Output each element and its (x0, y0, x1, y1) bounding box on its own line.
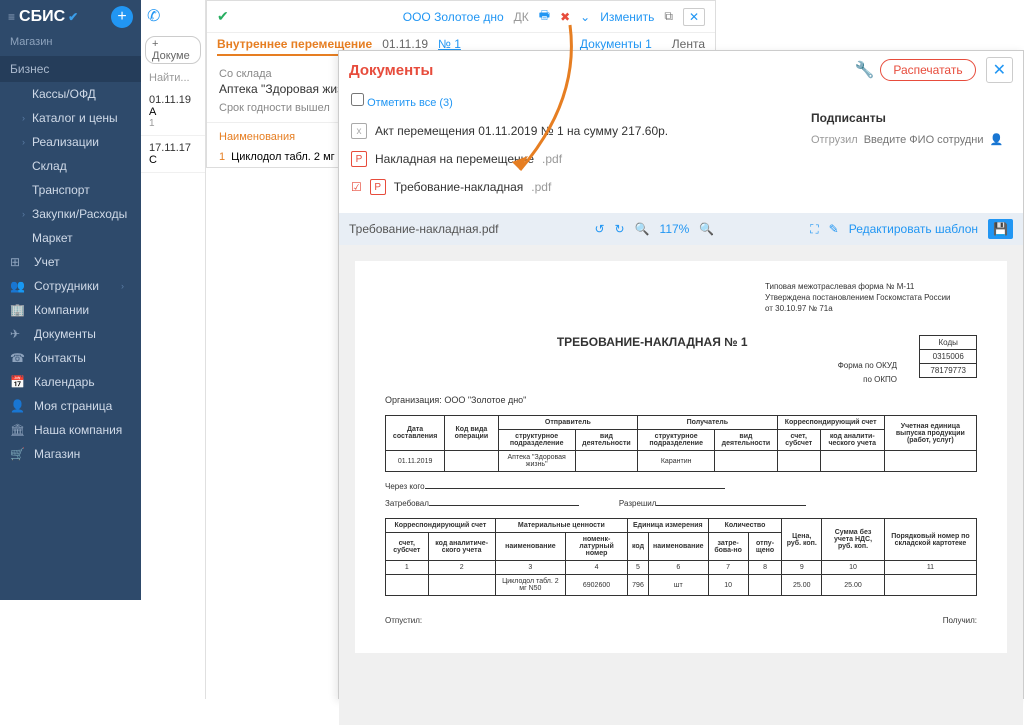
pdf-page: Типовая межотраслевая форма № М-11 Утвер… (355, 261, 1007, 653)
panel-title: Документы (349, 62, 848, 79)
check-icon: ☑ (351, 180, 362, 194)
fullscreen-icon[interactable]: ⛶ (810, 222, 818, 237)
user-icon[interactable]: 👤 (990, 133, 1004, 146)
sidebar-section: Бизнес (0, 56, 141, 82)
grid-icon: ⊞ (10, 255, 26, 269)
documents-panel: Документы 🔧 Распечатать ✕ Отметить все (… (338, 50, 1024, 699)
add-doc-button[interactable]: + Докуме (145, 36, 201, 64)
check-icon[interactable]: ✔ (217, 8, 229, 25)
delete-icon[interactable]: ✖ (560, 10, 570, 24)
pdf-table-items: Корреспондирующий счет Материальные ценн… (385, 518, 977, 596)
wrench-icon[interactable]: 🔧 (854, 60, 874, 80)
signer-input[interactable] (864, 134, 984, 146)
doc-number[interactable]: № 1 (438, 37, 461, 51)
pdf-table-header: Дата составления Код вида операции Отпра… (385, 415, 977, 472)
print-button[interactable]: Распечатать (880, 59, 975, 81)
close-icon[interactable]: ✕ (683, 8, 705, 26)
search-input[interactable]: Найти... (141, 68, 205, 88)
calendar-icon: 📅 (10, 375, 26, 389)
building-icon: 🏢 (10, 303, 26, 317)
print-icon[interactable]: 🖶 (539, 6, 550, 27)
sidebar-item-dokumenty[interactable]: ✈Документы (0, 322, 141, 346)
doc-list-column: ✆ + Докуме Найти... 01.11.19 А1 17.11.17… (141, 0, 206, 699)
edit-icon[interactable]: ✎ (829, 222, 839, 236)
dk-label: ДК (514, 10, 529, 24)
close-icon[interactable]: ✕ (986, 57, 1013, 83)
signers-title: Подписанты (811, 111, 1011, 125)
xml-icon: x (351, 123, 367, 139)
phone-icon: ☎ (10, 351, 26, 365)
file-item[interactable]: P Накладная на перемещение.pdf (339, 145, 1023, 173)
send-icon: ✈ (10, 327, 26, 341)
rotate-right-icon[interactable]: ↻ (615, 222, 625, 236)
search-icon[interactable]: 🔍 (635, 222, 650, 236)
list-item[interactable]: 17.11.17 С (141, 136, 205, 173)
pdf-viewport[interactable]: Типовая межотраслевая форма № М-11 Утвер… (339, 245, 1023, 725)
tab-lenta[interactable]: Лента (672, 37, 705, 51)
pdf-title: ТРЕБОВАНИЕ-НАКЛАДНАЯ № 1 (385, 335, 977, 349)
sidebar-item-shop[interactable]: 🛒Магазин (0, 442, 141, 466)
company-icon: 🏛 (10, 423, 26, 437)
copy-icon[interactable]: ⧉ (664, 9, 673, 24)
sidebar-subtitle: Магазин (0, 34, 141, 56)
pdf-icon: P (351, 151, 367, 167)
user-icon: 👤 (10, 399, 26, 413)
doc-date: 01.11.19 (382, 37, 428, 51)
chevron-down-icon[interactable]: ⌄ (580, 10, 590, 24)
signers-block: Подписанты Отгрузил 👤 (811, 111, 1011, 146)
pdf-icon: P (370, 179, 386, 195)
sidebar-item-zakupki[interactable]: ›Закупки/Расходы (0, 202, 141, 226)
sent-label: Отгрузил (811, 134, 858, 146)
zoom-icon[interactable]: 🔍 (699, 222, 714, 236)
sidebar-item-sotrudniki[interactable]: 👥Сотрудники› (0, 274, 141, 298)
sidebar-item-kompanii[interactable]: 🏢Компании (0, 298, 141, 322)
tab-docs[interactable]: Документы 1 (580, 37, 652, 51)
sidebar-item-mypage[interactable]: 👤Моя страница (0, 394, 141, 418)
sidebar-item-uchet[interactable]: ⊞Учет (0, 250, 141, 274)
edit-template-link[interactable]: Редактировать шаблон (849, 222, 978, 236)
file-item-selected[interactable]: ☑ P Требование-накладная.pdf (339, 173, 1023, 201)
sidebar-item-realiz[interactable]: ›Реализации (0, 130, 141, 154)
mark-all[interactable]: Отметить все (3) (339, 89, 1023, 113)
change-link[interactable]: Изменить (600, 10, 654, 24)
zoom-value[interactable]: 117% (660, 222, 690, 236)
logo: СБИС✔ (19, 8, 111, 26)
sidebar-item-kassy[interactable]: Кассы/ОФД (0, 82, 141, 106)
sidebar: ≡ СБИС✔ + Магазин Бизнес Кассы/ОФД ›Ката… (0, 0, 141, 600)
rotate-left-icon[interactable]: ↺ (594, 222, 604, 236)
pdf-toolbar: Требование-накладная.pdf ↺ ↻ 🔍 117% 🔍 ⛶ … (339, 213, 1023, 245)
sidebar-item-company[interactable]: 🏛Наша компания (0, 418, 141, 442)
sidebar-item-catalog[interactable]: ›Каталог и цены (0, 106, 141, 130)
bird-icon: ✔ (68, 10, 78, 24)
sidebar-item-transport[interactable]: Транспорт (0, 178, 141, 202)
mark-all-checkbox[interactable] (351, 93, 364, 106)
sidebar-item-market[interactable]: Маркет (0, 226, 141, 250)
people-icon: 👥 (10, 279, 26, 293)
sidebar-item-sklad[interactable]: Склад (0, 154, 141, 178)
menu-icon[interactable]: ≡ (8, 10, 15, 24)
sidebar-item-kontakty[interactable]: ☎Контакты (0, 346, 141, 370)
list-item[interactable]: 01.11.19 А1 (141, 88, 205, 136)
add-button[interactable]: + (111, 6, 133, 28)
org-link[interactable]: ООО Золотое дно (403, 10, 504, 24)
sidebar-item-kalendar[interactable]: 📅Календарь (0, 370, 141, 394)
pdf-filename: Требование-накладная.pdf (349, 222, 499, 236)
phone-icon[interactable]: ✆ (147, 6, 160, 26)
save-icon[interactable]: 💾 (988, 219, 1013, 239)
cart-icon: 🛒 (10, 447, 26, 461)
